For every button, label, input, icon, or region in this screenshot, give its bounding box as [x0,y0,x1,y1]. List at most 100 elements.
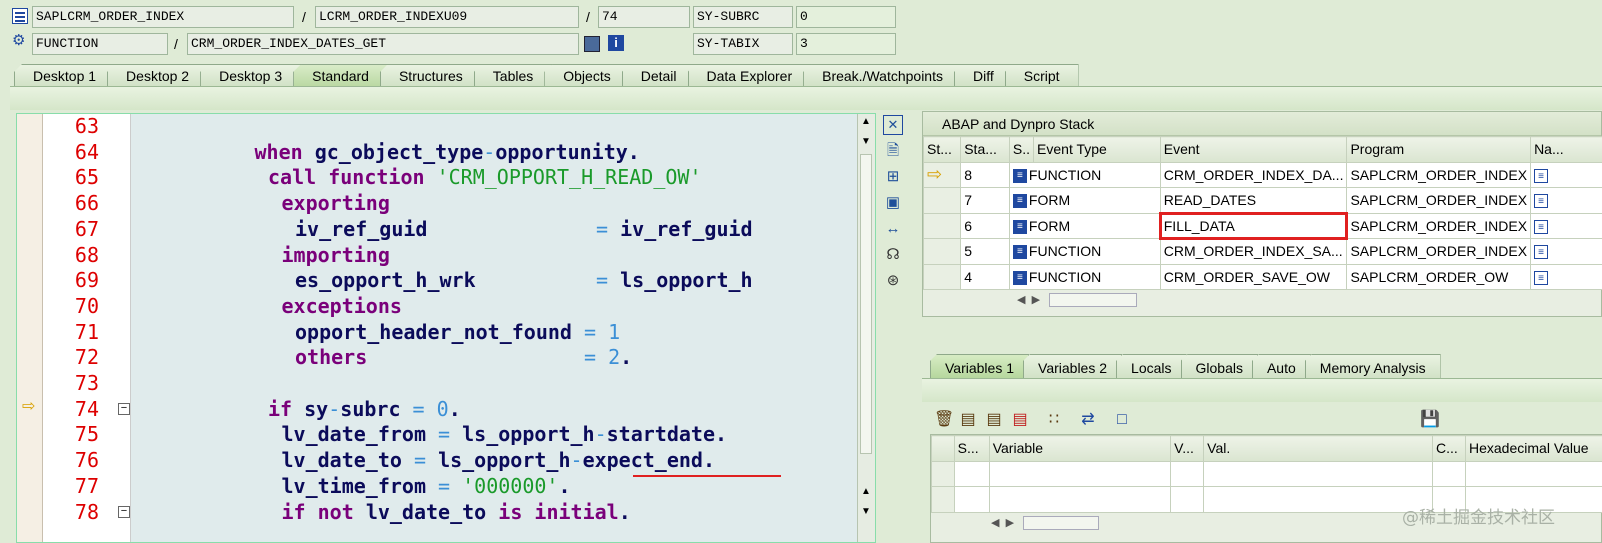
code-line[interactable]: 69 es_opport_h_wrk = ls_opport_h [17,268,857,294]
stack-event-highlighted[interactable]: FILL_DATA [1159,212,1348,240]
event-type-field[interactable]: FUNCTION [32,33,168,55]
code-line[interactable]: 68 importing [17,243,857,269]
code-line[interactable]: 76 lv_date_to = ls_opport_h-expect_end. [17,448,857,474]
table-row[interactable] [931,460,1602,487]
code-line[interactable]: 72 others = 2. [17,345,857,371]
hierarchy-icon[interactable]: ∷ [1044,410,1064,430]
tag-icon[interactable]: □ [1112,410,1132,430]
fold-toggle-icon[interactable]: − [118,506,130,518]
column-header[interactable]: C... [1432,435,1466,462]
tab-globals[interactable]: Globals [1180,354,1258,380]
tab-desktop-1[interactable]: Desktop 1 [14,64,116,88]
tab-variables-2[interactable]: Variables 2 [1023,354,1123,380]
scroll-right-icon[interactable]: ▶ [1006,517,1014,529]
column-header[interactable]: S... [953,435,990,462]
tab-objects[interactable]: Objects [544,64,630,88]
code-line[interactable]: 78 if not lv_date_to is initial. [17,500,857,526]
code-line[interactable]: 77 lv_time_from = '000000'. [17,474,857,500]
column-header[interactable]: Hexadecimal Value [1465,435,1602,462]
code-line[interactable]: 67 iv_ref_guid = iv_ref_guid [17,217,857,243]
tab-tables[interactable]: Tables [473,64,553,88]
scroll-thumb[interactable] [1023,516,1100,531]
column-header[interactable]: St... [922,136,962,163]
source-code-editor[interactable]: 63 64 when gc_object_type-opportunity. 65 ca… [16,113,876,543]
column-header[interactable]: V... [1170,435,1205,462]
tab-breakpoints[interactable]: Break./Watchpoints [803,64,962,88]
tab-memory-analysis[interactable]: Memory Analysis [1304,354,1441,380]
tab-data-explorer[interactable]: Data Explorer [687,64,812,88]
info-icon[interactable]: i [608,35,624,51]
code-line[interactable]: 75 lv_date_from = ls_opport_h-startdate. [17,422,857,448]
variable-name-input[interactable] [988,486,1172,513]
transfer-icon[interactable]: ⇄ [1078,410,1098,430]
stack-event[interactable]: CRM_ORDER_SAVE_OW [1159,263,1348,290]
column-header[interactable]: Event Type [1033,136,1161,163]
table-row[interactable]: 4 ≡ FUNCTION CRM_ORDER_SAVE_OW SAPLCRM_OR… [922,263,1602,290]
navigate-icon[interactable]: ≡ [1530,187,1602,214]
scroll-thumb[interactable] [1049,293,1138,308]
export-icon[interactable]: ▤ [1010,410,1030,430]
fold-toggle-icon[interactable]: − [118,403,130,415]
stack-event[interactable]: CRM_ORDER_INDEX_DA... [1159,161,1348,188]
variable-name-input[interactable] [988,460,1172,487]
save-list-icon[interactable]: ▤ [984,410,1004,430]
navigate-icon[interactable]: ≡ [1530,212,1602,239]
navigate-icon[interactable]: ≡ [1530,238,1602,265]
program-field[interactable]: SAPLCRM_ORDER_INDEX [32,6,294,28]
navigate-icon[interactable]: ≡ [1530,263,1602,290]
code-line[interactable]: 71 opport_header_not_found = 1 [17,320,857,346]
scroll-down-icon[interactable]: ▼ [861,506,871,517]
scroll-right-icon[interactable]: ▶ [1032,294,1040,306]
tab-variables-1[interactable]: Variables 1 [930,354,1030,380]
stack-event[interactable]: CRM_ORDER_INDEX_SA... [1159,238,1348,265]
event-field[interactable]: CRM_ORDER_INDEX_DATES_GET [187,33,579,55]
display-object-icon[interactable] [584,36,600,52]
scroll-thumb[interactable] [860,154,872,454]
column-header[interactable]: Event [1159,136,1348,163]
tab-auto[interactable]: Auto [1251,354,1311,380]
code-line[interactable]: 63 [17,114,857,140]
tab-desktop-3[interactable]: Desktop 3 [200,64,302,88]
table-row[interactable]: ⇨ 8 ≡ FUNCTION CRM_ORDER_INDEX_DA... SAPL… [922,161,1602,188]
scroll-up-icon[interactable]: ▲ [861,486,871,497]
variables-horizontal-scroll[interactable]: ◀ ▶ [991,515,1131,531]
tab-script[interactable]: Script [1004,64,1079,88]
code-line[interactable]: 70 exceptions [17,294,857,320]
delete-icon[interactable]: 🗑 [934,410,954,430]
navigate-icon[interactable]: ≡ [1530,161,1602,188]
scroll-up-icon[interactable]: ▲ [861,116,871,127]
tab-detail[interactable]: Detail [621,64,696,88]
table-row[interactable]: 7 ≡ FORM READ_DATES SAPLCRM_ORDER_INDEX ≡ [922,187,1602,214]
stack-event[interactable]: READ_DATES [1159,187,1348,214]
code-line[interactable]: 65 call function 'CRM_OPPORT_H_READ_OW' [17,165,857,191]
sysvar1-value[interactable]: 0 [796,6,896,28]
sysvar2-value[interactable]: 3 [796,33,896,55]
include-field[interactable]: LCRM_ORDER_INDEXU09 [315,6,579,28]
table-row[interactable]: 5 ≡ FUNCTION CRM_ORDER_INDEX_SA... SAPLCR… [922,238,1602,265]
table-row[interactable]: 6 ≡ FORM FILL_DATA SAPLCRM_ORDER_INDEX ≡ [922,212,1602,240]
line-field[interactable]: 74 [598,6,690,28]
save-icon[interactable]: 💾 [1420,410,1440,430]
tab-standard[interactable]: Standard [293,64,388,88]
swap-tool-icon[interactable]: ⊞ [883,167,903,187]
close-icon[interactable]: ✕ [883,115,903,135]
column-header[interactable]: Program [1346,136,1532,163]
column-header[interactable]: Na... [1530,136,1602,163]
column-header[interactable]: S.. [1008,136,1035,163]
vertical-scrollbar[interactable]: ▲ ▼ ▲ ▼ [857,114,875,542]
column-header[interactable]: Sta... [960,136,1010,163]
column-header[interactable]: Variable [988,435,1172,462]
resize-icon[interactable]: ↔ [883,219,903,239]
headphones-icon[interactable]: ☊ [883,245,903,265]
scroll-down-icon[interactable]: ▼ [861,136,871,147]
tab-desktop-2[interactable]: Desktop 2 [107,64,209,88]
tab-locals[interactable]: Locals [1116,354,1187,380]
services-icon[interactable]: ⊛ [883,271,903,291]
code-line[interactable]: 66 exporting [17,191,857,217]
code-line[interactable]: 74 if sy-subrc = 0. [17,397,857,423]
tab-diff[interactable]: Diff [953,64,1013,88]
load-icon[interactable]: ▤ [958,410,978,430]
maximize-icon[interactable]: ▣ [883,193,903,213]
new-tool-icon[interactable]: 🗎 [883,141,903,161]
stack-horizontal-scroll[interactable]: ◀ ▶ [1017,292,1157,308]
